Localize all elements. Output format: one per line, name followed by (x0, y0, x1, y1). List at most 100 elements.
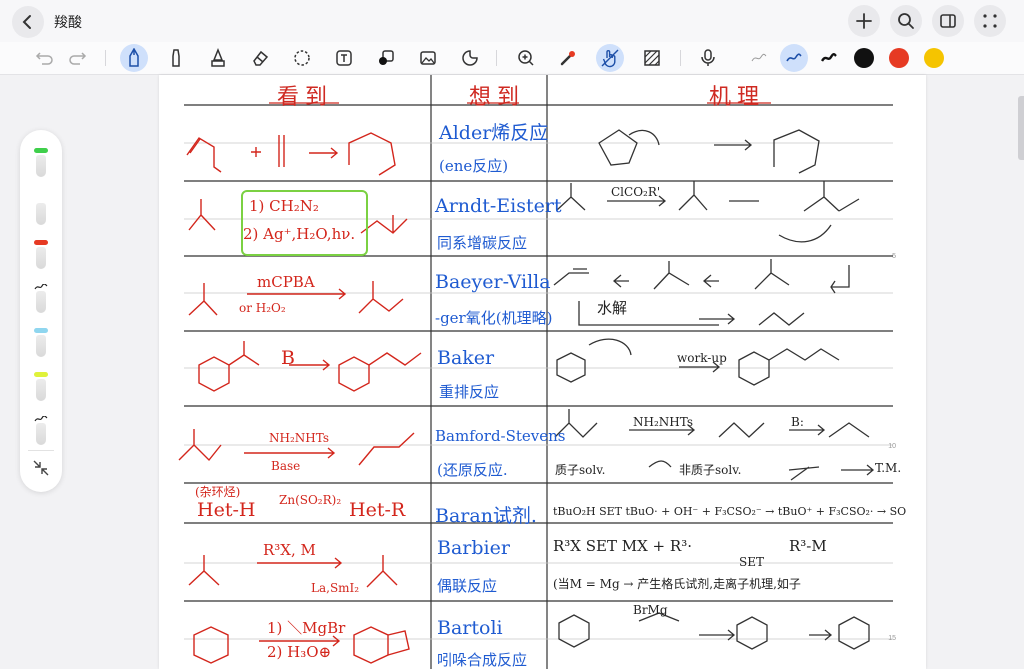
redo-button[interactable] (64, 44, 92, 72)
color-red-swatch[interactable] (889, 48, 909, 68)
eraser-tool[interactable] (246, 44, 274, 72)
reaction-name: Arndt-Eistert (435, 195, 562, 217)
shape-tool[interactable] (372, 44, 400, 72)
reagent-text: R³X, M (263, 541, 316, 559)
highlighter-tool[interactable] (204, 44, 232, 72)
mechanism-text: SET (739, 555, 764, 569)
pattern-tool[interactable] (638, 44, 666, 72)
collapse-arrows-icon (33, 460, 49, 476)
collapse-palette-button[interactable] (31, 458, 51, 478)
mechanism-text: tBuO₂H SET tBuO· + OH⁻ + F₃CSO₂⁻ → tBuO⁺… (553, 505, 907, 518)
search-button[interactable] (890, 5, 922, 37)
reaction-name: 偶联反应 (437, 577, 498, 595)
more-button[interactable] (974, 5, 1006, 37)
reagent-text: 1) ＼MgBr (267, 619, 346, 637)
back-button[interactable] (12, 6, 44, 38)
divider (28, 450, 54, 451)
header-col2: 想到 (469, 85, 526, 110)
search-icon (898, 13, 914, 29)
reagent-text: mCPBA (257, 273, 315, 291)
stroke-thin[interactable] (745, 44, 773, 72)
color-black-swatch[interactable] (854, 48, 874, 68)
thick-stroke-icon (821, 53, 837, 62)
reaction-name: Bamford-Stevens (435, 427, 566, 445)
hand-draw-icon (601, 49, 619, 68)
reaction-name: 吲哚合成反应 (437, 651, 528, 669)
pen-preset-red[interactable] (31, 240, 51, 272)
redo-icon (69, 52, 87, 65)
stroke-thick[interactable] (815, 44, 843, 72)
reaction-name: 重排反应 (439, 383, 500, 401)
squiggle-icon (34, 284, 48, 290)
hatch-pattern-icon (644, 50, 660, 66)
divider (680, 50, 681, 66)
color-yellow-swatch[interactable] (924, 48, 944, 68)
reagent-text: 2) Ag⁺,H₂O,hν. (243, 225, 356, 243)
header-col1: 看到 (277, 85, 334, 110)
microphone-icon (701, 49, 715, 66)
pen-preset-green[interactable] (31, 148, 51, 180)
drawing-toolbar (0, 42, 1024, 75)
mechanism-text: BrMg (633, 603, 668, 617)
pen-preset-gray[interactable] (31, 196, 51, 228)
note-title: 羧酸 (54, 14, 82, 30)
undo-button[interactable] (30, 44, 58, 72)
sidebar-toggle-button[interactable] (932, 5, 964, 37)
side-handle[interactable] (1018, 96, 1024, 160)
zoom-tool[interactable] (512, 44, 540, 72)
reaction-name: -ger氧化(机理略) (435, 309, 553, 327)
pen-icon (129, 48, 139, 67)
top-bar: 羧酸 (0, 0, 1024, 42)
mechanism-text: R³X SET MX + R³· (553, 537, 692, 555)
reagent-text: Base (271, 459, 301, 473)
divider (105, 50, 106, 66)
reaction-name: Bartoli (437, 617, 503, 639)
pen-preset-cyan[interactable] (31, 328, 51, 360)
reaction-name: (还原反应. (437, 461, 508, 479)
reaction-name: Barbier (437, 537, 510, 559)
pen-palette (20, 130, 62, 492)
reagent-text: B (281, 347, 295, 369)
laser-pointer-tool[interactable] (554, 44, 582, 72)
divider (496, 50, 497, 66)
mechanism-text: R³-M (789, 537, 827, 555)
reaction-name: Baker (437, 347, 495, 369)
touch-draw-toggle[interactable] (596, 44, 624, 72)
add-button[interactable] (848, 5, 880, 37)
header-col3: 机理 (709, 85, 766, 110)
reagent-text: NH₂NHTs (269, 431, 330, 445)
image-tool[interactable] (414, 44, 442, 72)
mechanism-text: (当M = Mg → 产生格氏试剂,走离子机理,如子 (553, 577, 801, 591)
sticker-tool[interactable] (456, 44, 484, 72)
mechanism-text: 质子solv. (555, 463, 606, 477)
text-box-icon (336, 50, 352, 66)
pen-preset-yellow[interactable] (31, 372, 51, 404)
reagent-text: or H₂O₂ (239, 301, 286, 315)
mechanism-text: work-up (677, 351, 727, 365)
highlighter-icon (211, 48, 225, 67)
reaction-name: Baran试剂. (435, 505, 537, 527)
reagent-text: 2) H₃O⊕ (267, 643, 332, 661)
mechanism-text: B: (791, 415, 804, 429)
mechanism-text: T.M. (875, 461, 902, 475)
pen-preset-black[interactable] (31, 284, 51, 316)
reaction-name: 同系增碳反应 (437, 234, 528, 252)
lasso-icon (294, 50, 310, 66)
text-tool[interactable] (330, 44, 358, 72)
zoom-in-icon (518, 50, 534, 66)
pen-preset-dark[interactable] (31, 416, 51, 448)
line-number: 10 (888, 443, 896, 450)
mechanism-text: 非质子solv. (679, 463, 742, 477)
note-page[interactable]: 看到 想到 机理 Alder烯反应 (ene反应) 1) CH₂N₂ 2) Ag… (159, 75, 926, 669)
plus-icon (856, 13, 872, 29)
marker-tool[interactable] (162, 44, 190, 72)
lasso-tool[interactable] (288, 44, 316, 72)
stroke-medium[interactable] (780, 44, 808, 72)
voice-tool[interactable] (694, 44, 722, 72)
mechanism-text: 水解 (597, 299, 628, 317)
marker-icon (172, 49, 180, 67)
reaction-name: Alder烯反应 (439, 122, 549, 144)
pen-tool[interactable] (120, 44, 148, 72)
chevron-left-icon (22, 15, 31, 29)
undo-icon (35, 52, 53, 65)
